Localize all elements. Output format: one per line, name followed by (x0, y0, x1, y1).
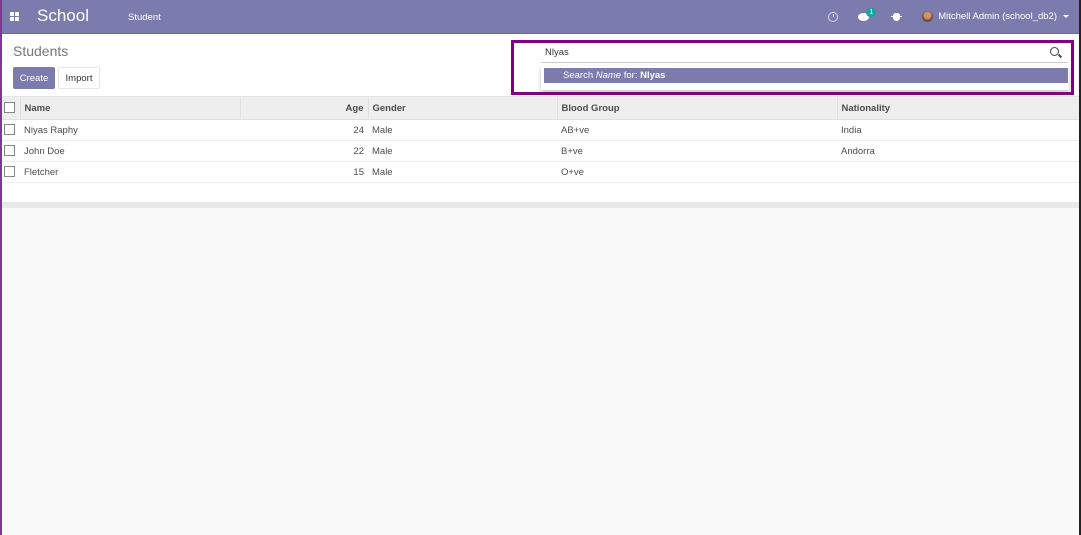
search-autocomplete-dropdown: Search Name for: Nlyas (541, 66, 1069, 90)
autocomplete-prefix: Search (563, 70, 596, 81)
user-avatar[interactable] (922, 11, 934, 22)
list-footer-divider (0, 202, 1081, 208)
table-row[interactable]: John Doe 22 Male B+ve Andorra (0, 140, 1081, 162)
cell-gender[interactable]: Male (368, 140, 557, 162)
app-brand[interactable]: School (37, 6, 89, 26)
search-input[interactable] (541, 43, 1068, 63)
column-header-gender[interactable]: Gender (368, 97, 558, 120)
cell-gender[interactable]: Male (368, 161, 557, 183)
row-checkbox[interactable] (4, 124, 15, 136)
create-button[interactable]: Create (13, 67, 55, 89)
select-all-cell[interactable] (0, 97, 21, 120)
column-header-blood-group[interactable]: Blood Group (557, 97, 838, 120)
cell-nationality[interactable] (837, 161, 1081, 183)
table-row[interactable]: Niyas Raphy 24 Male AB+ve India (0, 119, 1081, 141)
apps-menu-icon[interactable] (10, 12, 19, 21)
column-header-nationality[interactable]: Nationality (837, 97, 1081, 120)
row-checkbox[interactable] (4, 145, 15, 157)
import-button[interactable]: Import (58, 67, 100, 89)
column-header-name[interactable]: Name (20, 97, 241, 120)
cell-gender[interactable]: Male (368, 119, 557, 141)
cell-nationality[interactable]: Andorra (837, 140, 1081, 162)
window-border-left (0, 0, 2, 535)
cell-blood-group[interactable]: B+ve (557, 140, 837, 162)
messages-badge: 1 (866, 7, 877, 17)
autocomplete-middle: for: (621, 70, 641, 81)
user-menu-label[interactable]: Mitchell Admin (school_db2) (938, 11, 1057, 22)
cell-name[interactable]: Fletcher (20, 161, 240, 183)
empty-filler-row (0, 183, 1081, 204)
breadcrumb-title: Students (13, 43, 69, 59)
cell-name[interactable]: John Doe (20, 140, 240, 162)
column-header-age[interactable]: Age (240, 97, 369, 120)
messaging-menu[interactable]: 1 (858, 7, 877, 21)
table-row[interactable]: Fletcher 15 Male O+ve (0, 161, 1081, 183)
table-header-row: Name Age Gender Blood Group Nationality (0, 97, 1081, 120)
cell-blood-group[interactable]: O+ve (557, 161, 837, 183)
cell-age[interactable]: 22 (240, 140, 368, 162)
search-icon[interactable] (1050, 47, 1059, 56)
menu-item-student[interactable]: Student (128, 12, 161, 23)
top-navbar: School Student 1 Mitchell Admin (school_… (0, 0, 1081, 34)
caret-down-icon[interactable] (1063, 15, 1069, 18)
autocomplete-term: Nlyas (640, 70, 666, 81)
cell-blood-group[interactable]: AB+ve (557, 119, 837, 141)
autocomplete-field: Name (595, 70, 622, 81)
debug-bug-icon[interactable] (891, 12, 903, 21)
select-all-checkbox[interactable] (4, 102, 15, 114)
cell-age[interactable]: 24 (240, 119, 368, 141)
row-checkbox[interactable] (4, 166, 15, 178)
cell-nationality[interactable]: India (837, 119, 1081, 141)
activity-clock-icon[interactable] (828, 11, 839, 22)
systray: 1 Mitchell Admin (school_db2) (828, 0, 1069, 33)
cell-name[interactable]: Niyas Raphy (20, 119, 240, 141)
autocomplete-item-name[interactable]: Search Name for: Nlyas (544, 68, 1068, 83)
students-list-table: Name Age Gender Blood Group Nationality … (0, 97, 1081, 203)
cell-age[interactable]: 15 (240, 161, 368, 183)
